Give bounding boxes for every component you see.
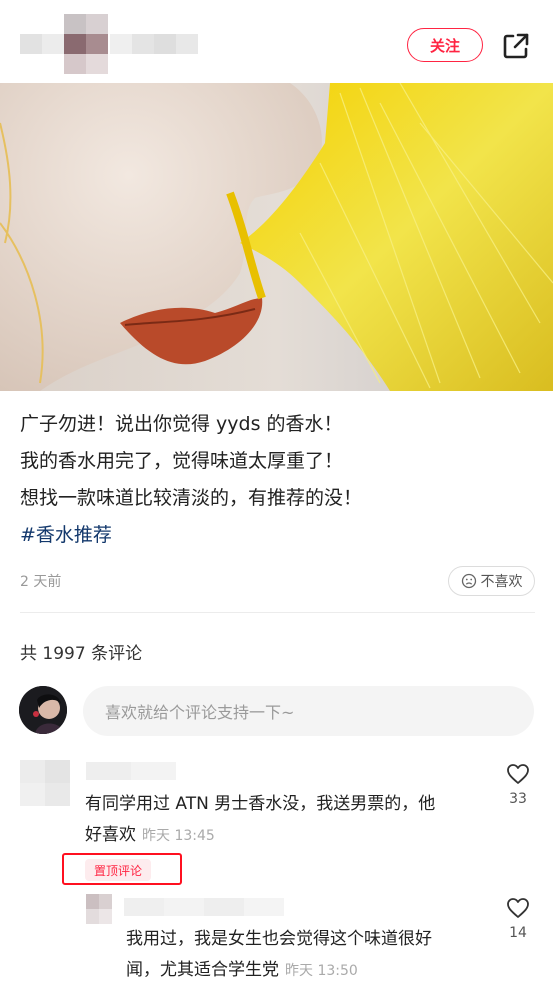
- heart-icon: [507, 764, 529, 784]
- comment-username[interactable]: [86, 762, 176, 780]
- dislike-button[interactable]: 不喜欢: [448, 566, 535, 596]
- reply-body: 我用过，我是女生也会觉得这个味道很好 闻，尤其适合学生党 昨天 13:50: [126, 924, 496, 987]
- post-line-2: 我的香水用完了，觉得味道太厚重了！: [20, 450, 344, 472]
- hashtag-link[interactable]: #香水推荐: [20, 517, 540, 554]
- like-count: 33: [509, 791, 527, 807]
- reply-line-1: 我用过，我是女生也会觉得这个味道很好: [126, 929, 432, 949]
- share-icon[interactable]: [500, 30, 532, 62]
- follow-button[interactable]: 关注: [407, 28, 483, 62]
- comment-count: 共 1997 条评论: [20, 644, 143, 664]
- post-time: 2 天前: [20, 574, 62, 590]
- comment-line-1: 有同学用过 ATN 男士香水没，我送男票的，他: [85, 794, 436, 814]
- reply-time: 昨天 13:50: [285, 963, 358, 979]
- like-button[interactable]: 33: [503, 763, 533, 807]
- current-user-avatar[interactable]: [19, 686, 67, 734]
- heart-icon: [507, 898, 529, 918]
- comment-avatar[interactable]: [20, 760, 70, 806]
- divider: [20, 612, 535, 613]
- reply-line-2: 闻，尤其适合学生党 昨天 13:50: [126, 960, 358, 980]
- highlight-box: [62, 853, 182, 885]
- post-content: 广子勿进！说出你觉得 yyds 的香水！ 我的香水用完了，觉得味道太厚重了！ 想…: [20, 406, 540, 554]
- comment-body: 有同学用过 ATN 男士香水没，我送男票的，他 好喜欢 昨天 13:45: [85, 789, 495, 852]
- comment-time: 昨天 13:45: [142, 828, 215, 844]
- comment-input[interactable]: 喜欢就给个评论支持一下~: [83, 686, 534, 736]
- post-line-3: 想找一款味道比较清淡的，有推荐的没！: [20, 487, 363, 509]
- reply-like-count: 14: [509, 925, 527, 941]
- post-image[interactable]: [0, 83, 553, 391]
- sad-face-icon: [461, 573, 476, 589]
- reply-like-button[interactable]: 14: [503, 897, 533, 941]
- dislike-label: 不喜欢: [480, 574, 523, 590]
- reply-username[interactable]: [124, 898, 284, 916]
- reply-avatar[interactable]: [86, 894, 112, 924]
- author-avatar[interactable]: [20, 14, 210, 74]
- post-line-1: 广子勿进！说出你觉得 yyds 的香水！: [20, 413, 343, 435]
- post-meta: 2 天前 不喜欢: [20, 566, 535, 596]
- comment-line-2: 好喜欢 昨天 13:45: [85, 825, 215, 845]
- top-bar: 关注: [0, 0, 553, 83]
